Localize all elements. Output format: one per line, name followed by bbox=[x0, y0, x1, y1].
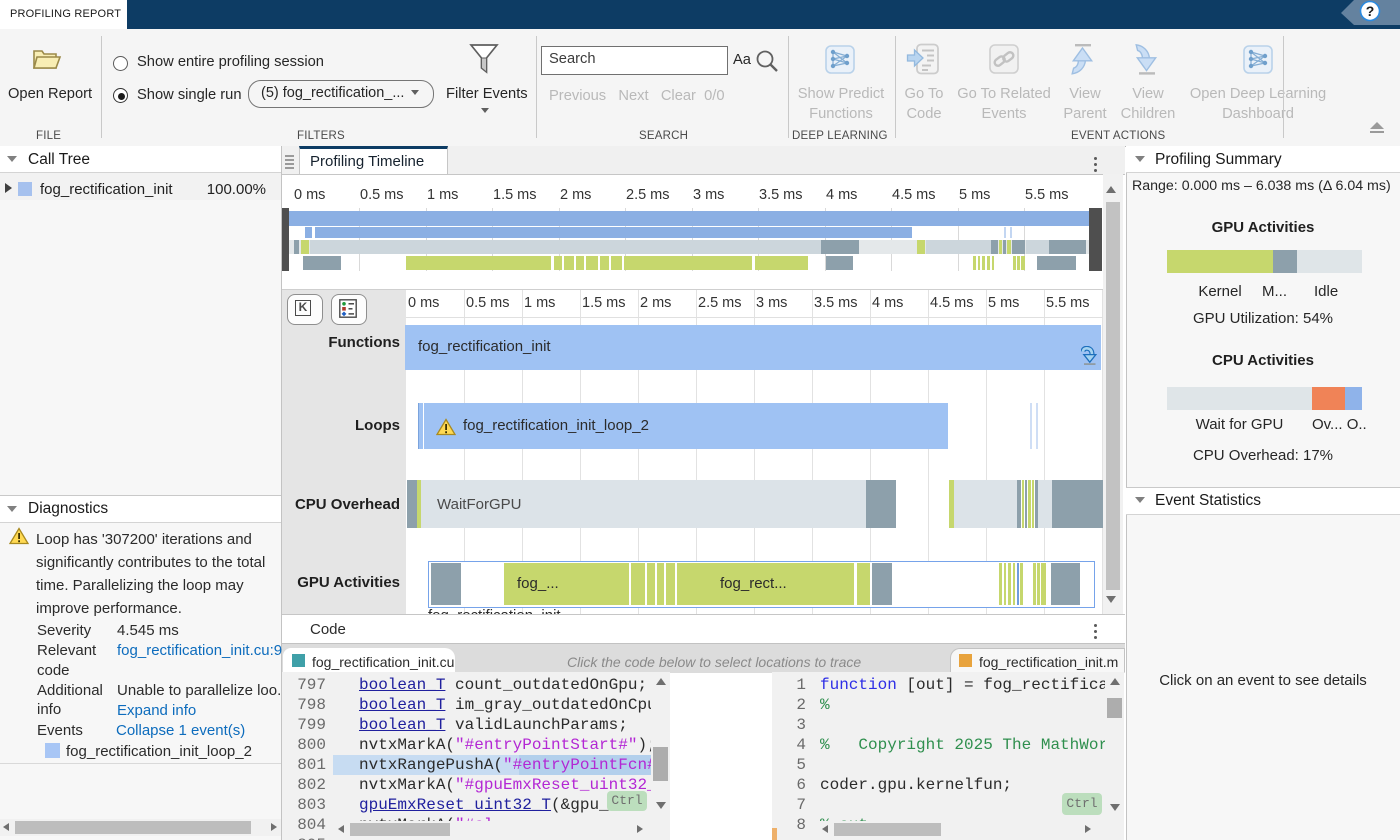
svg-text:?: ? bbox=[1366, 3, 1375, 19]
